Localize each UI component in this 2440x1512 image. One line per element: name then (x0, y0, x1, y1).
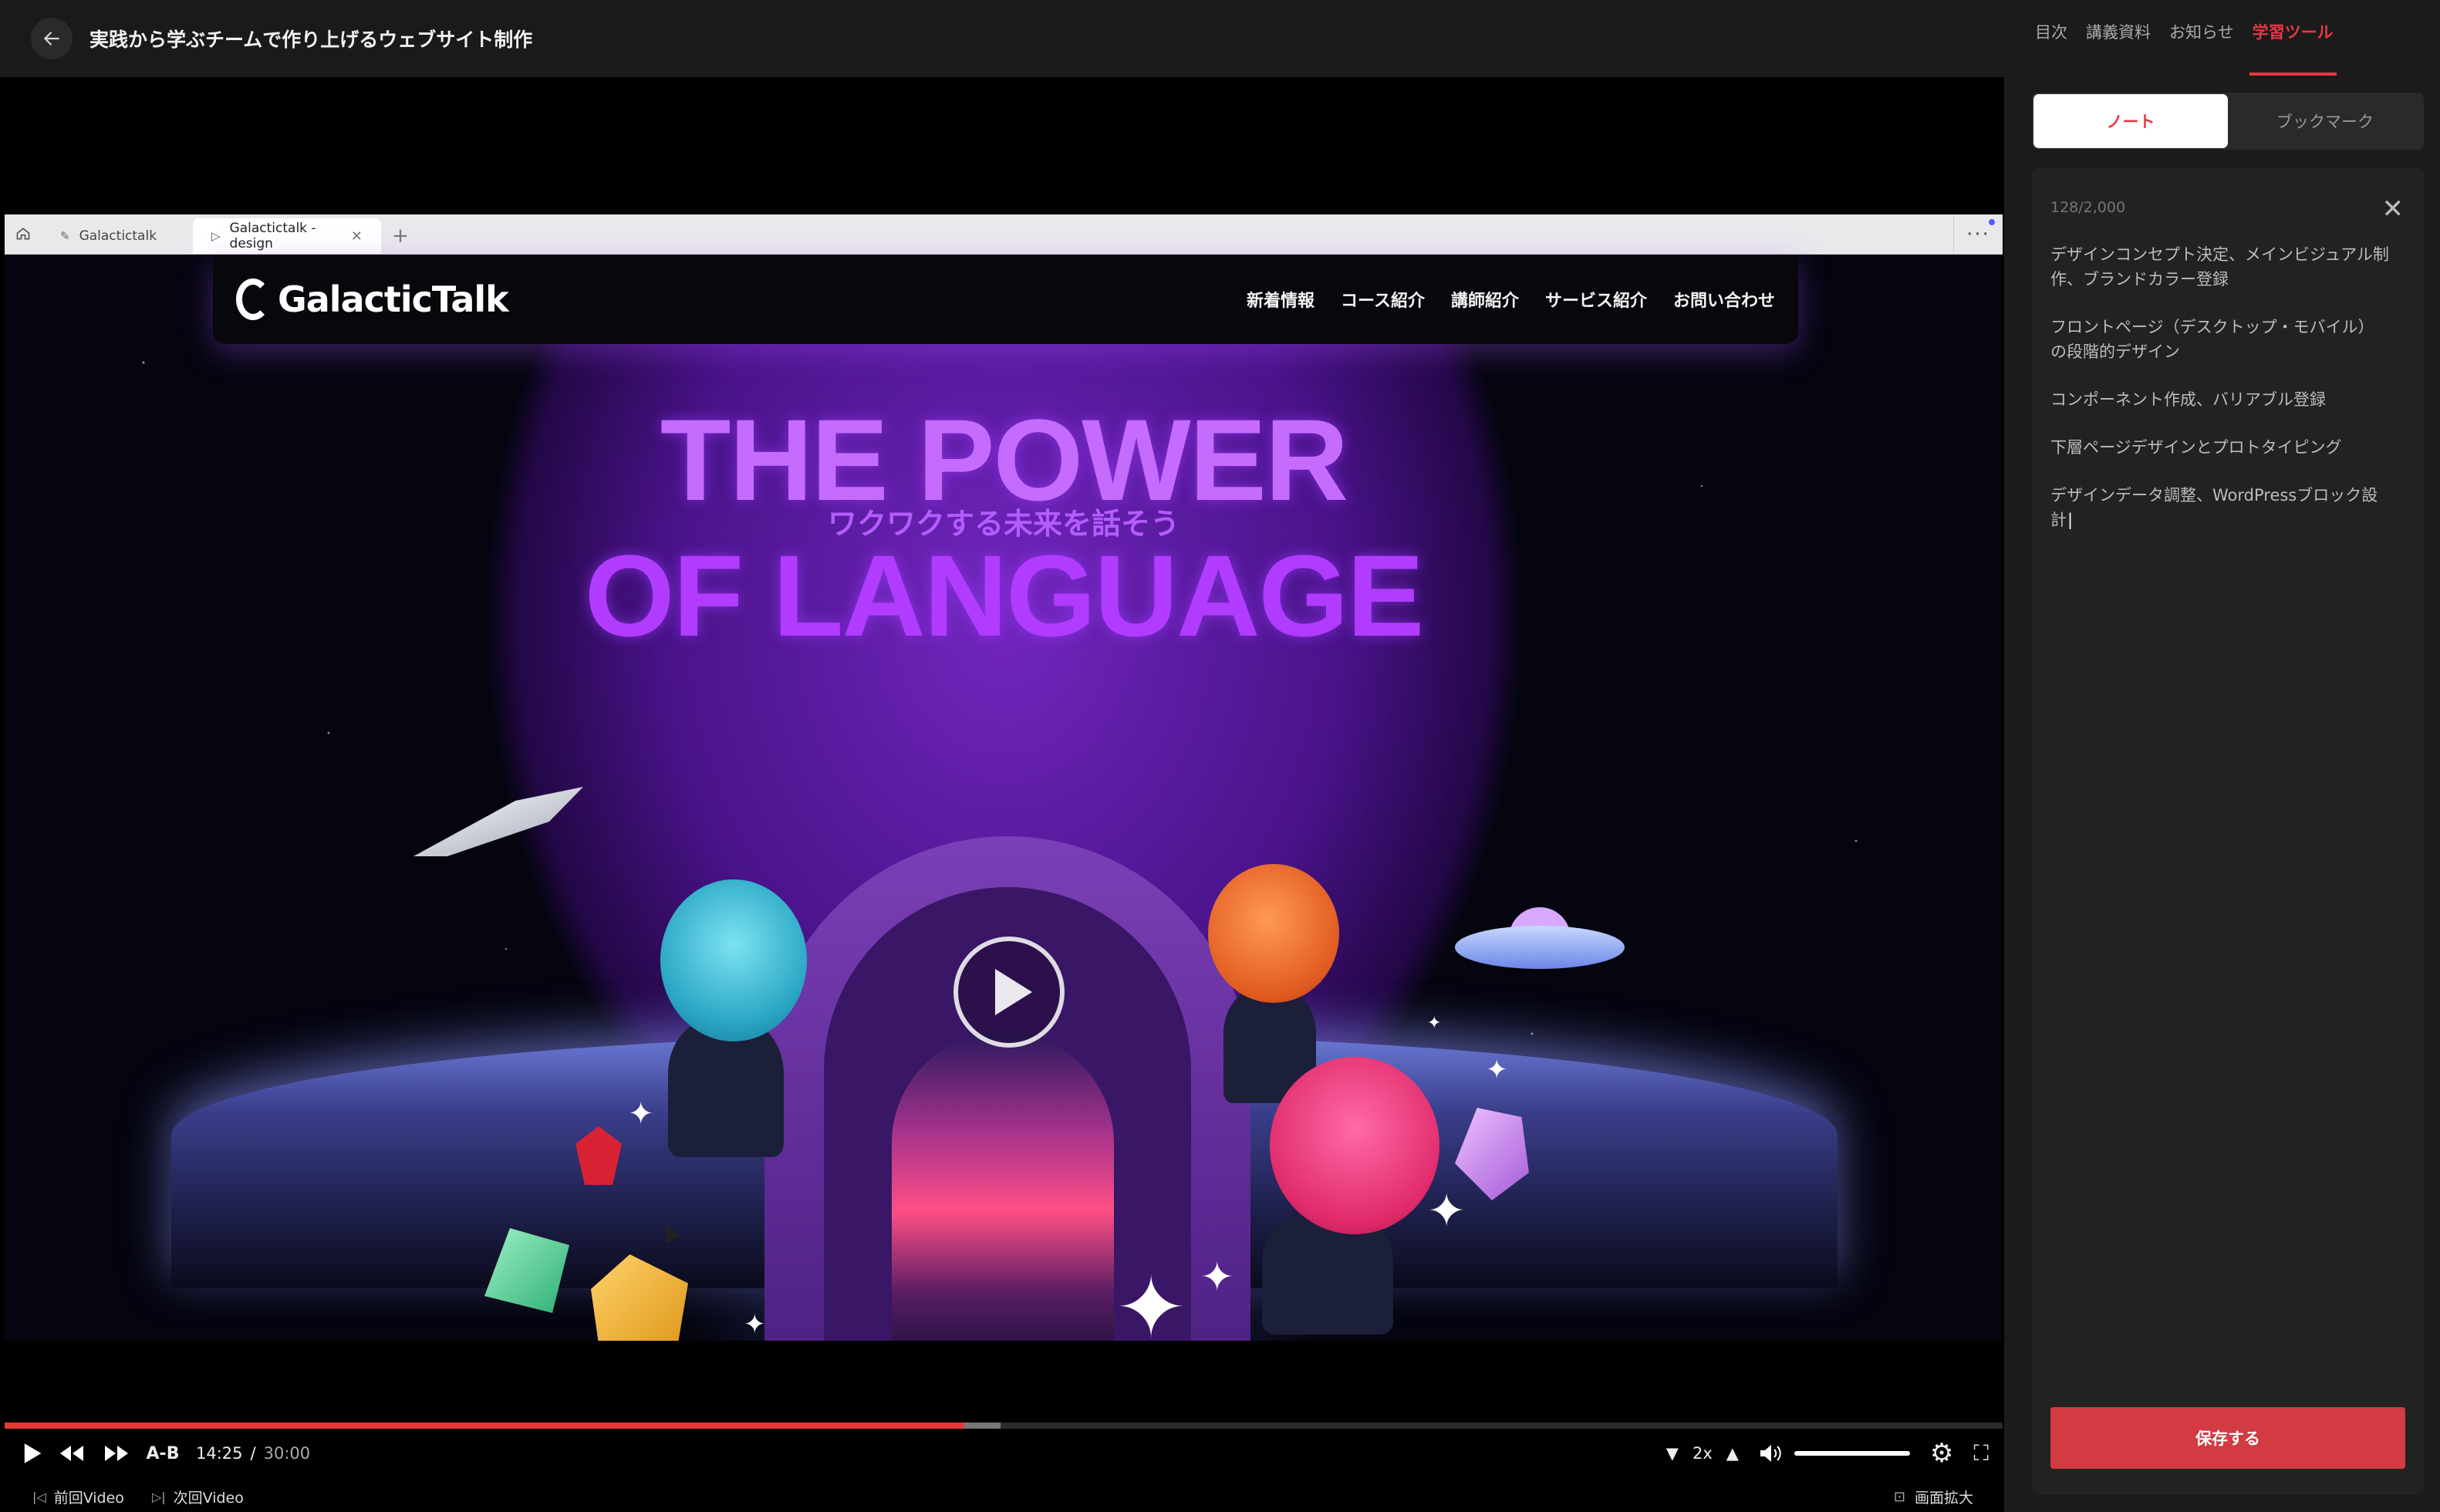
play-icon (24, 1443, 42, 1463)
seek-bar[interactable] (5, 1423, 2003, 1429)
center-play-button[interactable] (953, 937, 1065, 1048)
fullscreen-icon[interactable]: ⛶ (1973, 1432, 1989, 1475)
figma-icon: ✎ (60, 229, 70, 243)
plus-icon: + (392, 224, 409, 248)
site-menu-item: コース紹介 (1341, 292, 1425, 311)
video-area: 実践から学ぶチームで作り上げるウェブサイト制作 ✎ Galactictalk ▷… (0, 0, 2004, 1512)
player-controls: A-B 14:25 / 30:00 ▼ 2x ▲ ⚙ ⛶ (0, 1432, 2004, 1475)
speed-up-icon[interactable]: ▲ (1726, 1444, 1739, 1463)
tab-learning-tools[interactable]: 学習ツール (2249, 0, 2337, 76)
side-panel: 目次 講義資料 お知らせ 学習ツール ノート ブックマーク 128/2,000 … (2004, 0, 2440, 1512)
site-menu-item: 新着情報 (1247, 292, 1315, 311)
sparkle-icon: ✦ (628, 1096, 654, 1132)
notes-bookmark-switch: ノート ブックマーク (2032, 93, 2424, 150)
controls-right: ▼ 2x ▲ ⚙ ⛶ (1666, 1432, 1989, 1475)
recorded-tab-label: Galactictalk (79, 228, 157, 244)
site-menu-item: サービス紹介 (1544, 292, 1647, 311)
back-button[interactable] (31, 18, 73, 59)
character-counter: 128/2,000 (2050, 199, 2126, 216)
note-line: フロントページ（デスクトップ・モバイル）の段階的デザイン (2050, 318, 2374, 361)
tab-contents[interactable]: 目次 (2035, 0, 2067, 76)
previous-video-link[interactable]: |◁ 前回Video (32, 1487, 124, 1507)
ufo-illustration (1455, 926, 1625, 969)
site-menu-item: お問い合わせ (1672, 292, 1775, 311)
portal-window (892, 1032, 1114, 1341)
recorded-tab-label: Galactictalk - design (229, 221, 316, 251)
played-bar (5, 1423, 964, 1429)
site-menu-item: 講師紹介 (1450, 292, 1519, 311)
skip-back-icon: |◁ (32, 1489, 46, 1504)
ab-repeat-button[interactable]: A-B (139, 1432, 187, 1475)
video-navigation: |◁ 前回Video ▷| 次回Video ⊡ 画面拡大 (0, 1481, 2004, 1512)
close-icon: ✕ (350, 228, 363, 245)
recorded-tab: ✎ Galactictalk (42, 218, 193, 254)
blue-monster-illustration (660, 879, 807, 1041)
sparkle-icon: ✦ (1486, 1055, 1508, 1085)
fast-forward-button[interactable] (94, 1432, 139, 1475)
more-icon: ··· (1953, 214, 2003, 255)
save-button[interactable]: 保存する (2050, 1407, 2405, 1469)
notes-segment[interactable]: ノート (2033, 94, 2228, 148)
volume-control (1759, 1443, 1910, 1463)
logo-icon (236, 278, 270, 320)
app-window: 実践から学ぶチームで作り上げるウェブサイト制作 ✎ Galactictalk ▷… (0, 0, 2440, 1512)
bookmark-segment[interactable]: ブックマーク (2228, 94, 2422, 148)
speed-value: 2x (1692, 1444, 1713, 1463)
note-text[interactable]: デザインコンセプト決定、メインビジュアル制作、ブランドカラー登録 フロントページ… (2050, 242, 2390, 555)
site-navbar: GalacticTalk 新着情報 コース紹介 講師紹介 サービス紹介 お問い合… (213, 255, 1798, 344)
rewind-icon (60, 1446, 83, 1461)
rewind-button[interactable] (49, 1432, 94, 1475)
note-line: デザインデータ調整、WordPressブロック設計 (2050, 483, 2390, 532)
close-icon[interactable]: ✕ (2382, 196, 2405, 222)
current-time: 14:25 (196, 1444, 243, 1463)
pink-monster-illustration (1270, 1057, 1439, 1234)
course-header: 実践から学ぶチームで作り上げるウェブサイト制作 (0, 0, 2004, 77)
arrow-left-icon (44, 32, 59, 46)
home-icon (5, 214, 42, 254)
video-frame[interactable]: ✎ Galactictalk ▷ Galactictalk - design ✕… (5, 214, 2003, 1341)
next-video-link[interactable]: ▷| 次回Video (152, 1487, 244, 1507)
sparkle-icon: ✦ (1200, 1254, 1234, 1301)
panel-tabs: 目次 講義資料 お知らせ 学習ツール (2004, 0, 2440, 76)
tab-announcements[interactable]: お知らせ (2169, 0, 2234, 76)
sparkle-icon: ✦ (744, 1309, 766, 1340)
sparkle-icon: ✦ (1427, 1014, 1442, 1033)
note-editor[interactable]: 128/2,000 ✕ デザインコンセプト決定、メインビジュアル制作、ブランドカ… (2032, 168, 2424, 1495)
note-line: デザインコンセプト決定、メインビジュアル制作、ブランドカラー登録 (2050, 245, 2389, 289)
recorded-browser-bar: ✎ Galactictalk ▷ Galactictalk - design ✕… (5, 214, 2003, 255)
course-title: 実践から学ぶチームで作り上げるウェブサイト制作 (89, 29, 533, 51)
note-line: 下層ページデザインとプロトタイピング (2050, 438, 2342, 457)
site-logo: GalacticTalk (236, 278, 509, 320)
skip-forward-icon: ▷| (151, 1489, 166, 1504)
sparkle-icon: ✦ (1115, 1258, 1187, 1341)
play-button[interactable] (15, 1432, 49, 1475)
play-icon (995, 969, 1032, 1015)
gear-icon[interactable]: ⚙ (1930, 1432, 1953, 1475)
duration: 30:00 (263, 1444, 311, 1463)
orange-monster-illustration (1208, 864, 1339, 1003)
speed-down-icon[interactable]: ▼ (1666, 1444, 1679, 1463)
speed-control: ▼ 2x ▲ (1666, 1444, 1739, 1463)
theater-mode-button[interactable]: ⊡ 画面拡大 (1894, 1481, 1973, 1512)
time-display: 14:25 / 30:00 (196, 1444, 310, 1463)
recorded-tab-active: ▷ Galactictalk - design ✕ (193, 218, 381, 254)
hero-headline: OF LANGUAGE (584, 531, 1424, 660)
volume-slider[interactable] (1794, 1451, 1910, 1456)
expand-icon: ⊡ (1893, 1488, 1905, 1505)
sparkle-icon: ✦ (1427, 1184, 1466, 1238)
note-line: コンポーネント作成、バリアブル登録 (2050, 390, 2326, 409)
recorded-website: GalacticTalk 新着情報 コース紹介 講師紹介 サービス紹介 お問い合… (5, 255, 2003, 1341)
volume-icon[interactable] (1759, 1443, 1782, 1463)
tab-materials[interactable]: 講義資料 (2086, 0, 2151, 76)
time-separator: / (250, 1444, 256, 1463)
site-menu: 新着情報 コース紹介 講師紹介 サービス紹介 お問い合わせ (1247, 287, 1775, 312)
play-small-icon: ▷ (211, 229, 221, 243)
fast-forward-icon (105, 1446, 128, 1461)
